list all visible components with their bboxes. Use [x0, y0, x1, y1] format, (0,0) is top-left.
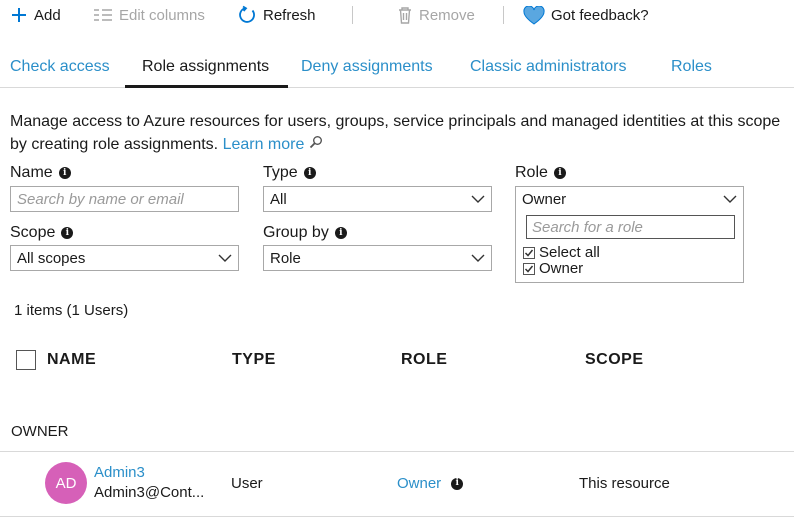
tab-role-assignments[interactable]: Role assignments	[142, 58, 269, 76]
type-select-value: All	[270, 190, 287, 208]
info-icon[interactable]: i	[58, 167, 71, 179]
remove-button-label: Remove	[419, 6, 475, 24]
column-header-role[interactable]: ROLE	[401, 351, 447, 369]
chevron-down-icon	[471, 192, 485, 206]
checkbox-checked-icon[interactable]	[523, 262, 535, 275]
avatar-initials: AD	[55, 474, 77, 492]
column-header-scope[interactable]: SCOPE	[585, 351, 644, 369]
role-filter-label: Role i	[515, 164, 566, 182]
refresh-icon	[237, 5, 257, 25]
plus-icon	[10, 6, 28, 24]
items-count: 1 items (1 Users)	[14, 302, 129, 319]
name-filter-label: Name i	[10, 164, 71, 182]
trash-icon	[397, 6, 413, 24]
group-by-select[interactable]: Role	[263, 245, 492, 271]
role-cell: Owner i	[397, 475, 464, 492]
add-button-label: Add	[34, 6, 61, 24]
tab-bar: Check access Role assignments Deny assig…	[0, 54, 794, 88]
role-select-value: Owner	[522, 190, 567, 208]
group-by-select-value: Role	[270, 249, 301, 267]
assignee-type: User	[231, 475, 263, 492]
role-search-input[interactable]: Search for a role	[526, 215, 735, 239]
scope-cell: This resource	[579, 475, 670, 492]
name-search-input[interactable]: Search by name or email	[10, 186, 239, 212]
avatar: AD	[45, 462, 87, 504]
scope-select-value: All scopes	[17, 249, 86, 267]
tab-classic-administrators[interactable]: Classic administrators	[470, 58, 626, 76]
heart-icon	[523, 5, 545, 25]
add-button[interactable]: Add	[10, 4, 61, 26]
edit-columns-label: Edit columns	[119, 6, 205, 24]
description-text: Manage access to Azure resources for use…	[10, 113, 781, 153]
toolbar-divider	[503, 6, 504, 24]
learn-more-link[interactable]: Learn more	[223, 136, 305, 153]
page-description: Manage access to Azure resources for use…	[10, 110, 790, 156]
columns-icon	[93, 8, 113, 22]
divider	[0, 516, 794, 517]
external-link-icon	[309, 136, 323, 153]
info-icon[interactable]: i	[303, 167, 316, 179]
scope-filter-label: Scope i	[10, 224, 74, 242]
edit-columns-button[interactable]: Edit columns	[93, 4, 205, 26]
type-filter-label: Type i	[263, 164, 316, 182]
group-by-filter-label: Group by i	[263, 224, 347, 242]
info-icon[interactable]: i	[451, 477, 464, 490]
chevron-down-icon	[218, 251, 232, 265]
column-header-type[interactable]: TYPE	[232, 351, 276, 369]
tab-check-access[interactable]: Check access	[10, 58, 110, 76]
refresh-button[interactable]: Refresh	[237, 4, 316, 26]
role-option-label: Owner	[539, 260, 584, 277]
role-dropdown-panel: Search for a role Select all Owner	[515, 211, 744, 283]
scope-select[interactable]: All scopes	[10, 245, 239, 271]
toolbar-divider	[352, 6, 353, 24]
tab-deny-assignments[interactable]: Deny assignments	[301, 58, 433, 76]
role-link[interactable]: Owner	[397, 475, 441, 492]
info-icon[interactable]: i	[61, 227, 74, 239]
assignee-name-link[interactable]: Admin3	[94, 464, 145, 481]
feedback-button-label: Got feedback?	[551, 6, 649, 24]
group-header: OWNER	[11, 423, 69, 440]
assignee-email: Admin3@Cont...	[94, 484, 205, 501]
feedback-button[interactable]: Got feedback?	[523, 4, 649, 26]
role-option-label: Select all	[539, 244, 600, 261]
remove-button[interactable]: Remove	[397, 4, 475, 26]
refresh-button-label: Refresh	[263, 6, 316, 24]
column-header-name[interactable]: NAME	[47, 351, 96, 369]
info-icon[interactable]: i	[334, 227, 347, 239]
name-search-placeholder: Search by name or email	[17, 190, 184, 208]
command-bar: Add Edit columns Refresh Remove Got feed…	[0, 0, 794, 30]
chevron-down-icon	[471, 251, 485, 265]
chevron-down-icon	[723, 192, 737, 206]
role-option-select-all[interactable]: Select all	[523, 244, 600, 261]
select-all-rows-checkbox[interactable]	[16, 350, 36, 370]
role-search-placeholder: Search for a role	[532, 218, 643, 236]
divider	[0, 451, 794, 452]
type-select[interactable]: All	[263, 186, 492, 212]
info-icon[interactable]: i	[553, 167, 566, 179]
checkbox-checked-icon[interactable]	[523, 246, 535, 259]
tab-roles[interactable]: Roles	[671, 58, 712, 76]
role-option-owner[interactable]: Owner	[523, 260, 583, 277]
role-select[interactable]: Owner	[515, 186, 744, 212]
active-tab-indicator	[125, 85, 288, 88]
